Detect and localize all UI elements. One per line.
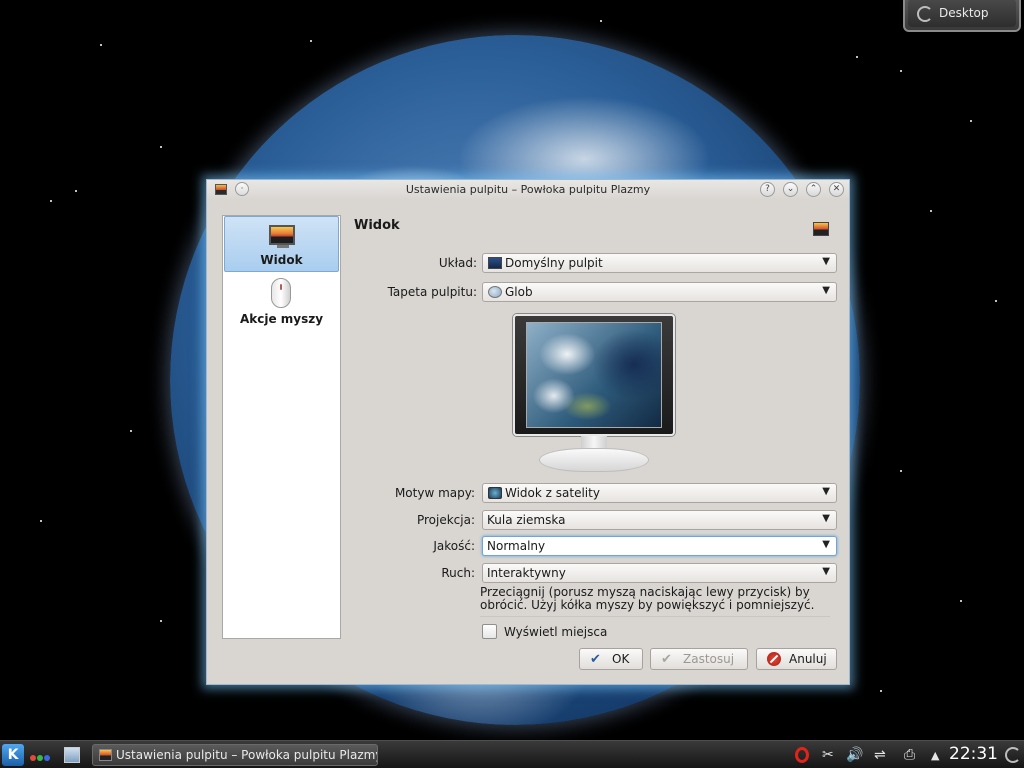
sidebar-item-label: Akcje myszy [239,312,324,326]
volume-icon[interactable]: 🔊 [846,747,863,763]
cancel-button[interactable]: Anuluj [756,648,837,670]
satellite-icon [488,487,502,499]
star [880,690,882,692]
chevron-down-icon: ▼ [822,486,830,497]
wallpaper-value: Glob [505,285,533,299]
wallpaper-preview-monitor [513,314,675,436]
globe-icon [488,286,502,298]
expand-arrow-icon[interactable]: ▲ [931,749,939,762]
network-icon[interactable]: ⇌ [874,747,886,763]
activity-dots[interactable] [30,750,51,764]
monitor-stand [277,245,289,248]
layout-value: Domyślny pulpit [505,256,603,270]
sidebar-item-mouse-actions[interactable]: Akcje myszy [224,274,339,330]
chevron-down-icon: ▼ [822,513,830,524]
projection-combo[interactable]: Kula ziemska ▼ [482,510,837,530]
check-icon: ✔ [661,652,672,667]
star [130,430,132,432]
plasma-icon [917,6,933,22]
star [40,520,42,522]
plasma-icon[interactable] [1005,747,1021,763]
star [50,200,52,202]
printer-icon[interactable]: ⎙ [904,747,915,763]
star [75,190,77,192]
ok-button[interactable]: ✔ OK [579,648,643,670]
task-item-desktop-settings[interactable]: Ustawienia pulpitu – Powłoka pulpitu Pla… [92,744,378,766]
apply-button-label: Zastosuj [683,652,735,666]
star [600,20,602,22]
blue-dot [44,755,50,761]
title-bar[interactable]: · Ustawienia pulpitu – Powłoka pulpitu P… [207,180,849,200]
star [900,470,902,472]
layout-combo[interactable]: Domyślny pulpit ▼ [482,253,837,273]
star [100,44,102,46]
opera-icon[interactable] [795,747,809,763]
close-button[interactable]: ✕ [829,182,844,197]
shade-button[interactable]: ⌄ [783,182,798,197]
star [310,40,312,42]
mouse-icon [271,278,291,308]
help-button[interactable]: ? [760,182,775,197]
desktop-icon [488,257,502,269]
desktop-settings-icon [99,749,112,761]
monitor-icon [269,225,295,245]
wallpaper-combo[interactable]: Glob ▼ [482,282,837,302]
wallpaper-preview-screen [526,322,662,428]
layout-label: Układ: [438,256,477,270]
k-menu-button[interactable]: K [2,744,24,766]
star [960,600,962,602]
desktop-settings-dialog: · Ustawienia pulpitu – Powłoka pulpitu P… [206,179,850,685]
ok-button-label: OK [612,652,630,666]
cancel-button-label: Anuluj [789,652,827,666]
clock[interactable]: 22:31 [949,744,998,764]
show-places-checkbox[interactable] [482,624,497,639]
projection-label: Projekcja: [416,513,475,527]
quality-value: Normalny [487,539,546,553]
window-title: Ustawienia pulpitu – Powłoka pulpitu Pla… [405,183,651,196]
section-title: Widok [354,218,400,233]
check-icon: ✔ [590,652,601,667]
show-places-label[interactable]: Wyświetl miejsca [504,625,607,639]
wallpaper-label: Tapeta pulpitu: [387,285,477,299]
star [160,146,162,148]
star [995,300,997,302]
chevron-down-icon: ▼ [822,539,830,550]
movement-combo[interactable]: Interaktywny ▼ [482,563,837,583]
desktop-settings-icon [813,222,829,236]
chevron-down-icon: ▼ [822,285,830,296]
apply-button[interactable]: ✔ Zastosuj [650,648,748,670]
task-item-label: Ustawienia pulpitu – Powłoka pulpitu Pla… [116,748,378,762]
preview-monitor-base [539,448,649,472]
quality-combo[interactable]: Normalny ▼ [482,536,837,556]
divider [480,616,830,617]
movement-label: Ruch: [441,566,475,580]
scissors-icon[interactable]: ✂ [822,747,834,763]
star [160,620,162,622]
desktop: Desktop · Ustawienia pulpitu – Powłoka p… [0,0,1024,768]
maximize-button[interactable]: ⌃ [806,182,821,197]
movement-value: Interaktywny [487,566,566,580]
star [856,56,858,58]
cancel-icon [767,652,781,666]
movement-hint: Przeciągnij (porusz myszą naciskając lew… [480,586,815,612]
show-desktop-icon[interactable] [64,747,80,763]
desktop-toolbox[interactable]: Desktop [903,0,1021,32]
projection-value: Kula ziemska [487,513,566,527]
map-theme-combo[interactable]: Widok z satelity ▼ [482,483,837,503]
taskbar: K Ustawienia pulpitu – Powłoka pulpitu P… [0,740,1024,768]
star [900,70,902,72]
quality-label: Jakość: [433,539,475,553]
map-theme-label: Motyw mapy: [394,486,475,500]
green-dot [37,755,43,761]
map-theme-value: Widok z satelity [505,486,600,500]
desktop-toolbox-label: Desktop [939,6,989,20]
red-dot [30,755,36,761]
star [970,120,972,122]
chevron-down-icon: ▼ [822,566,830,577]
star [930,210,932,212]
chevron-down-icon: ▼ [822,256,830,267]
